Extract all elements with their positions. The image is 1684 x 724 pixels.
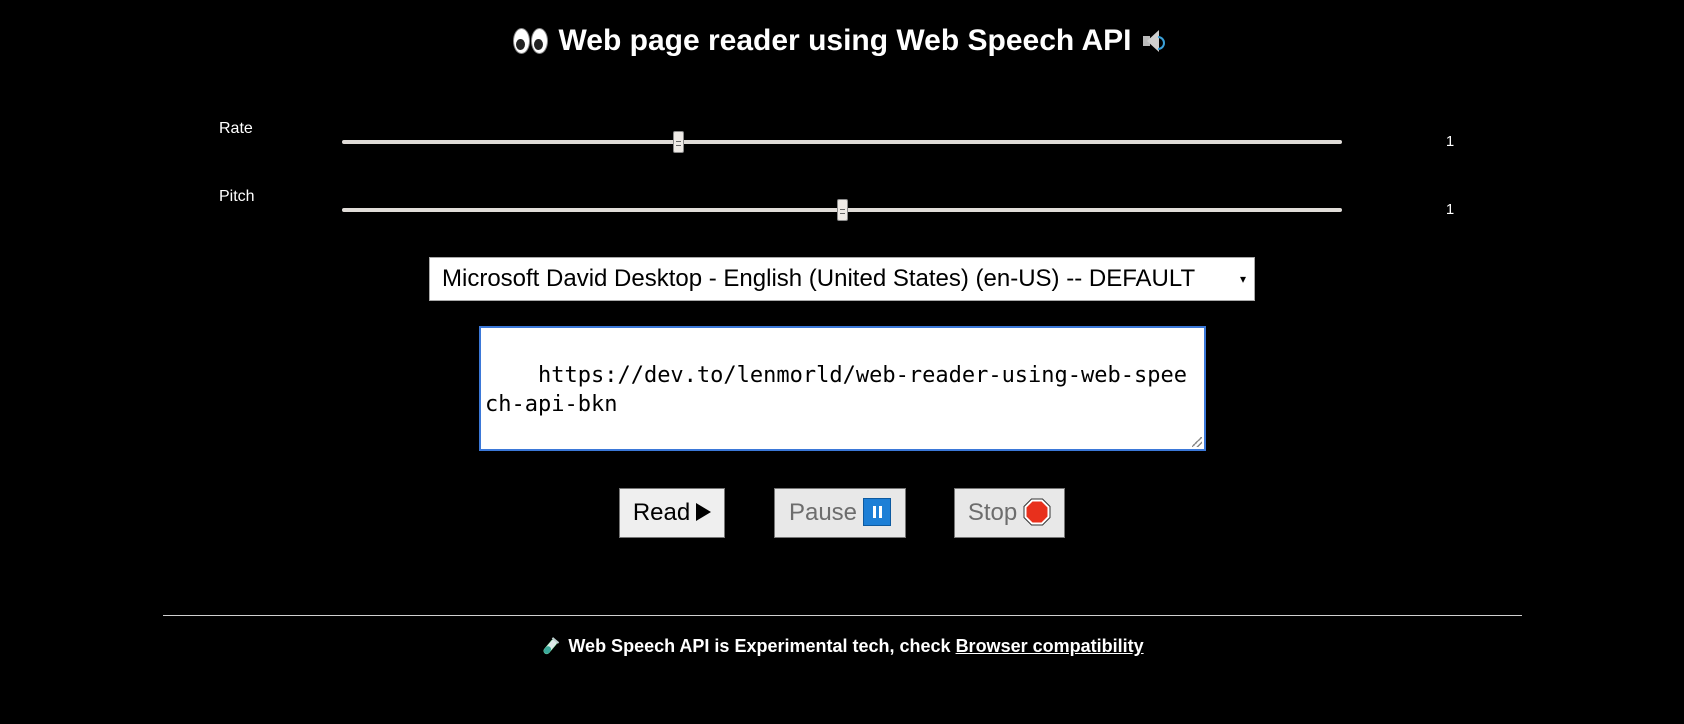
stop-button-label: Stop (967, 499, 1018, 526)
page-title: Web page reader using Web Speech API (0, 18, 1684, 63)
stop-icon (1023, 498, 1051, 526)
resize-grip-icon[interactable] (1192, 437, 1202, 447)
read-button[interactable]: Read (619, 488, 725, 538)
rate-value: 1 (1445, 133, 1455, 150)
rate-label: Rate (219, 120, 253, 137)
url-textarea-value: https://dev.to/lenmorld/web-reader-using… (485, 363, 1187, 417)
footer: Web Speech API is Experimental tech, che… (0, 636, 1684, 657)
pitch-slider-thumb[interactable] (836, 199, 848, 221)
pitch-value: 1 (1445, 201, 1455, 218)
footer-text: Web Speech API is Experimental tech, che… (568, 636, 951, 656)
pause-icon (863, 498, 892, 527)
browser-compatibility-link[interactable]: Browser compatibility (956, 636, 1144, 656)
pause-button[interactable]: Pause (774, 488, 906, 538)
test-tube-icon (543, 637, 560, 655)
pitch-slider[interactable] (342, 199, 1342, 221)
pause-button-label: Pause (788, 499, 858, 526)
speaker-icon (1141, 28, 1171, 54)
eyes-icon (512, 28, 549, 55)
voice-select-value: Microsoft David Desktop - English (Unite… (442, 265, 1196, 292)
pitch-row: Pitch 1 (0, 186, 1684, 221)
pitch-label: Pitch (219, 188, 255, 205)
rate-slider[interactable] (342, 131, 1342, 153)
stop-button[interactable]: Stop (954, 488, 1065, 538)
voice-select[interactable]: Microsoft David Desktop - English (Unite… (429, 257, 1255, 301)
rate-row: Rate 1 (0, 118, 1684, 153)
divider (163, 615, 1522, 616)
play-icon (696, 502, 712, 521)
chevron-down-icon: ▾ (1239, 272, 1246, 286)
url-textarea[interactable]: https://dev.to/lenmorld/web-reader-using… (479, 326, 1206, 451)
read-button-label: Read (632, 499, 691, 526)
rate-slider-thumb[interactable] (673, 131, 685, 153)
page-title-text: Web page reader using Web Speech API (558, 24, 1132, 58)
page: Web page reader using Web Speech API Rat… (0, 0, 1684, 724)
